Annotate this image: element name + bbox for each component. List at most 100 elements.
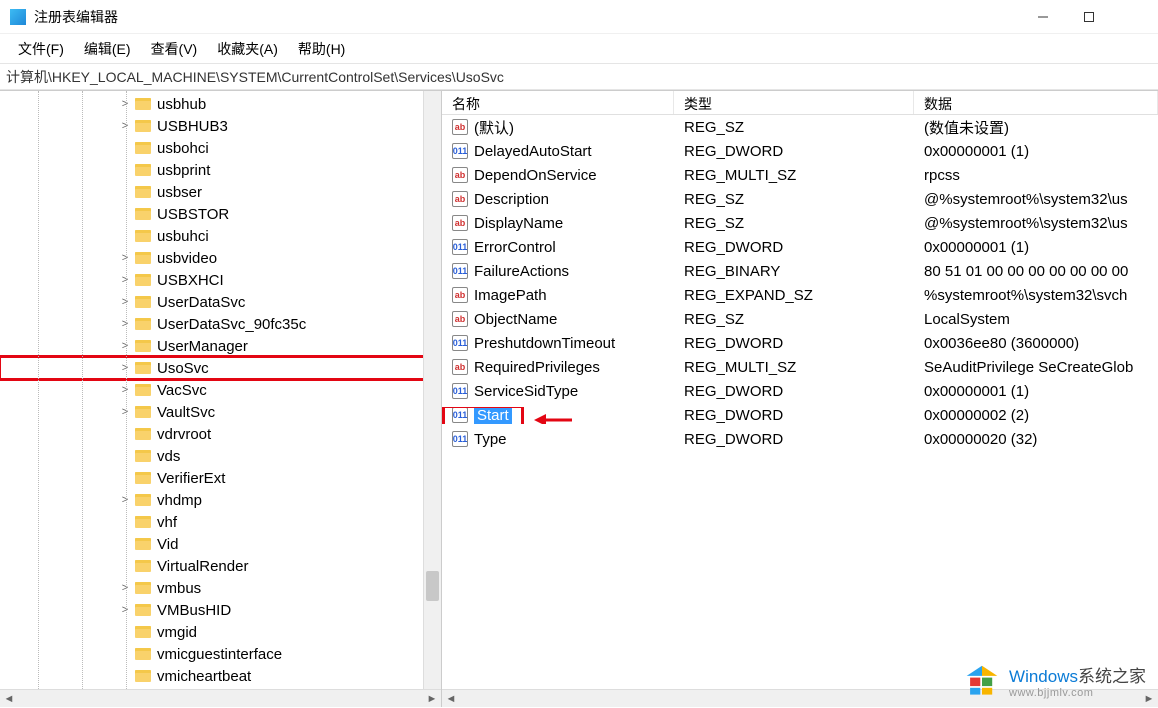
tree-item[interactable]: >USBSTOR (0, 203, 441, 225)
tree-item[interactable]: >VacSvc (0, 379, 441, 401)
tree-item[interactable]: >UserDataSvc_90fc35c (0, 313, 441, 335)
expander-icon[interactable]: > (118, 405, 132, 419)
expander-icon[interactable]: > (118, 581, 132, 595)
column-header-name[interactable]: 名称 (442, 91, 674, 114)
scroll-left-icon[interactable]: ◄ (0, 690, 18, 708)
value-name-cell: abRequiredPrivileges (442, 359, 674, 376)
menu-file[interactable]: 文件(F) (8, 36, 74, 62)
value-row[interactable]: 011PreshutdownTimeoutREG_DWORD0x0036ee80… (442, 331, 1158, 355)
expander-icon[interactable]: > (118, 97, 132, 111)
value-row[interactable]: abDescriptionREG_SZ@%systemroot%\system3… (442, 187, 1158, 211)
maximize-button[interactable] (1066, 0, 1112, 34)
tree-item[interactable]: >vmgid (0, 621, 441, 643)
value-row[interactable]: abDisplayNameREG_SZ@%systemroot%\system3… (442, 211, 1158, 235)
value-data: %systemroot%\system32\svch (914, 287, 1158, 304)
menu-edit[interactable]: 编辑(E) (74, 36, 141, 62)
binary-value-icon: 011 (452, 239, 468, 255)
tree-item[interactable]: >usbuhci (0, 225, 441, 247)
tree-item[interactable]: >usbvideo (0, 247, 441, 269)
value-row[interactable]: 011FailureActionsREG_BINARY80 51 01 00 0… (442, 259, 1158, 283)
value-row[interactable]: 011TypeREG_DWORD0x00000020 (32) (442, 427, 1158, 451)
expander-icon[interactable]: > (118, 251, 132, 265)
binary-value-icon: 011 (452, 383, 468, 399)
binary-value-icon: 011 (452, 263, 468, 279)
value-type: REG_SZ (674, 119, 914, 136)
watermark-brand-cn: 系统之家 (1078, 667, 1146, 686)
tree-horizontal-scrollbar[interactable]: ◄ ► (0, 689, 441, 707)
tree-item[interactable]: >vhdmp (0, 489, 441, 511)
tree-item[interactable]: >UsoSvc (0, 357, 441, 379)
tree[interactable]: >usbhub>USBHUB3>usbohci>usbprint>usbser>… (0, 91, 441, 689)
folder-icon (135, 273, 151, 287)
expander-icon[interactable]: > (118, 603, 132, 617)
column-header-type[interactable]: 类型 (674, 91, 914, 114)
value-name-cell: abDescription (442, 191, 674, 208)
expander-icon[interactable]: > (118, 317, 132, 331)
expander-icon[interactable]: > (118, 295, 132, 309)
value-row[interactable]: abDependOnServiceREG_MULTI_SZrpcss (442, 163, 1158, 187)
tree-item[interactable]: >USBXHCI (0, 269, 441, 291)
expander-icon[interactable]: > (118, 361, 132, 375)
folder-icon (135, 339, 151, 353)
tree-vertical-scrollbar[interactable] (423, 91, 441, 689)
expander-icon[interactable]: > (118, 339, 132, 353)
folder-icon (135, 141, 151, 155)
menu-help[interactable]: 帮助(H) (288, 36, 355, 62)
value-row[interactable]: ab(默认)REG_SZ(数值未设置) (442, 115, 1158, 139)
expander-icon[interactable]: > (118, 383, 132, 397)
value-row[interactable]: abImagePathREG_EXPAND_SZ%systemroot%\sys… (442, 283, 1158, 307)
folder-icon (135, 163, 151, 177)
value-row[interactable]: abObjectNameREG_SZLocalSystem (442, 307, 1158, 331)
value-type: REG_MULTI_SZ (674, 359, 914, 376)
values-list[interactable]: ab(默认)REG_SZ(数值未设置)011DelayedAutoStartRE… (442, 115, 1158, 707)
expander-icon[interactable]: > (118, 273, 132, 287)
menu-favorites[interactable]: 收藏夹(A) (207, 36, 288, 62)
tree-item[interactable]: >VaultSvc (0, 401, 441, 423)
tree-item-label: USBSTOR (157, 206, 229, 223)
value-name-cell: abDisplayName (442, 215, 674, 232)
folder-icon (135, 251, 151, 265)
tree-item[interactable]: >vds (0, 445, 441, 467)
tree-item[interactable]: >VirtualRender (0, 555, 441, 577)
tree-item[interactable]: >vmicguestinterface (0, 643, 441, 665)
minimize-button[interactable] (1020, 0, 1066, 34)
value-name: DelayedAutoStart (474, 143, 592, 160)
expander-icon[interactable]: > (118, 493, 132, 507)
tree-item[interactable]: >usbohci (0, 137, 441, 159)
scroll-right-icon[interactable]: ► (423, 690, 441, 708)
tree-item[interactable]: >usbhub (0, 93, 441, 115)
tree-item[interactable]: >VerifierExt (0, 467, 441, 489)
main-area: >usbhub>USBHUB3>usbohci>usbprint>usbser>… (0, 90, 1158, 707)
tree-item[interactable]: >vdrvroot (0, 423, 441, 445)
tree-item[interactable]: >UserManager (0, 335, 441, 357)
value-data: rpcss (914, 167, 1158, 184)
tree-item-label: usbuhci (157, 228, 209, 245)
tree-item[interactable]: >UserDataSvc (0, 291, 441, 313)
string-value-icon: ab (452, 191, 468, 207)
address-bar[interactable]: 计算机\HKEY_LOCAL_MACHINE\SYSTEM\CurrentCon… (0, 64, 1158, 90)
scroll-left-icon[interactable]: ◄ (442, 690, 460, 708)
expander-icon[interactable]: > (118, 119, 132, 133)
column-header-data[interactable]: 数据 (914, 91, 1158, 114)
value-name-cell: 011Start (442, 407, 674, 424)
tree-item-label: VirtualRender (157, 558, 248, 575)
tree-item[interactable]: >vmicheartbeat (0, 665, 441, 687)
value-name-cell: abImagePath (442, 287, 674, 304)
tree-item-label: vmicheartbeat (157, 668, 251, 685)
tree-item[interactable]: >USBHUB3 (0, 115, 441, 137)
tree-item[interactable]: >vhf (0, 511, 441, 533)
value-name: ErrorControl (474, 239, 556, 256)
value-row[interactable]: 011DelayedAutoStartREG_DWORD0x00000001 (… (442, 139, 1158, 163)
value-row[interactable]: 011ServiceSidTypeREG_DWORD0x00000001 (1) (442, 379, 1158, 403)
value-row[interactable]: abRequiredPrivilegesREG_MULTI_SZSeAuditP… (442, 355, 1158, 379)
app-icon (10, 9, 26, 25)
tree-item[interactable]: >usbser (0, 181, 441, 203)
menu-view[interactable]: 查看(V) (141, 36, 208, 62)
value-row[interactable]: 011StartREG_DWORD0x00000002 (2) (442, 403, 1158, 427)
tree-item[interactable]: >vmbus (0, 577, 441, 599)
value-type: REG_DWORD (674, 431, 914, 448)
value-row[interactable]: 011ErrorControlREG_DWORD0x00000001 (1) (442, 235, 1158, 259)
tree-item[interactable]: >Vid (0, 533, 441, 555)
tree-item[interactable]: >VMBusHID (0, 599, 441, 621)
tree-item[interactable]: >usbprint (0, 159, 441, 181)
